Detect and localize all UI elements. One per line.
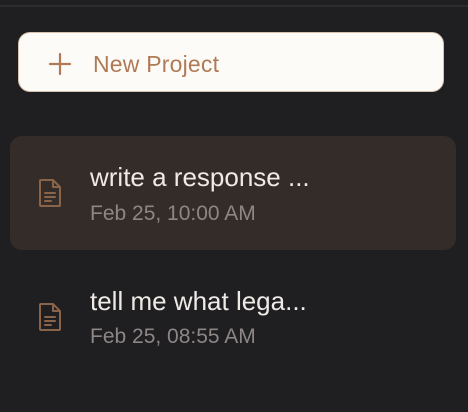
new-project-label: New Project bbox=[93, 51, 220, 77]
project-timestamp: Feb 25, 10:00 AM bbox=[90, 202, 256, 225]
document-icon bbox=[39, 179, 61, 207]
project-title: write a response ... bbox=[90, 162, 310, 192]
top-divider bbox=[0, 5, 468, 7]
project-timestamp: Feb 25, 08:55 AM bbox=[90, 325, 256, 348]
project-title: tell me what lega... bbox=[90, 286, 307, 316]
project-item[interactable]: write a response ... Feb 25, 10:00 AM bbox=[10, 136, 456, 250]
document-icon bbox=[39, 303, 61, 331]
new-project-button[interactable]: New Project bbox=[18, 32, 444, 92]
plus-icon bbox=[48, 52, 72, 76]
project-item[interactable]: tell me what lega... Feb 25, 08:55 AM bbox=[10, 260, 456, 374]
